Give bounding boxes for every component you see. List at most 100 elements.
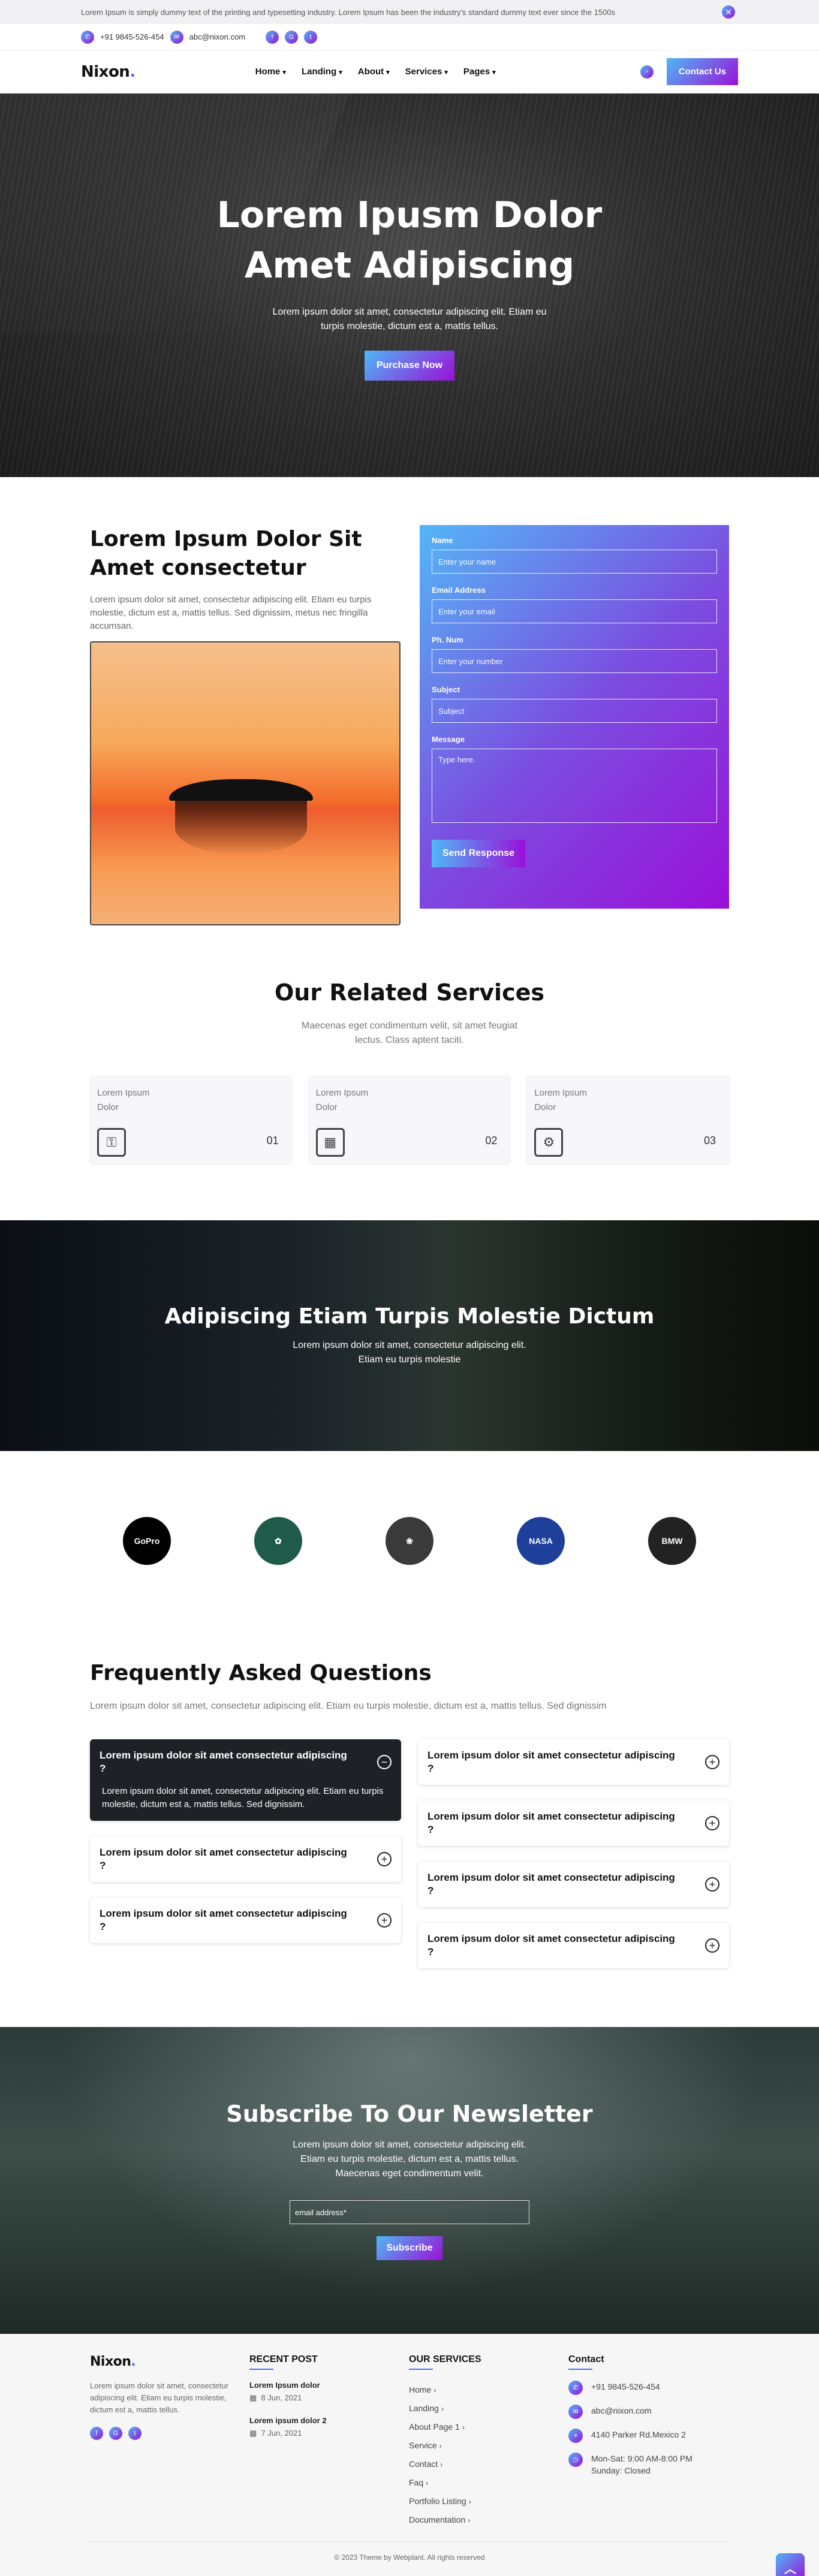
hero-section: Lorem Ipusm Dolor Amet Adipiscing Lorem … [0,93,819,477]
footer-logo[interactable]: Nixon. [90,2354,249,2369]
purchase-now-button[interactable]: Purchase Now [364,351,455,381]
send-response-button[interactable]: Send Response [432,840,526,867]
faq-question: Lorem ipsum dolor sit amet consectetur a… [427,1811,675,1835]
header-email[interactable]: abc@nixon.com [189,32,245,41]
logo-dot: . [130,62,136,81]
faq-subtitle: Lorem ipsum dolor sit amet, consectetur … [90,1701,607,1711]
chevron-down-icon: ▾ [282,69,286,76]
faq-column-left: Lorem ipsum dolor sit amet consectetur a… [90,1739,401,1959]
faq-question: Lorem ipsum dolor sit amet consectetur a… [100,1908,347,1932]
faq-item[interactable]: Lorem ipsum dolor sit amet consectetur a… [418,1800,729,1846]
faq-item[interactable]: Lorem ipsum dolor sit amet consectetur a… [418,1739,729,1785]
nav-item-services[interactable]: Services ▾ [405,67,448,77]
post-date: 7 Jun, 2021 [261,2429,302,2438]
faq-item[interactable]: Lorem ipsum dolor sit amet consectetur a… [418,1923,729,1968]
plus-icon[interactable]: + [377,1852,392,1866]
chevron-right-icon: › [426,2479,429,2487]
faq-column-right: Lorem ipsum dolor sit amet consectetur a… [418,1739,729,1984]
about-text: Lorem ipsum dolor sit amet, consectetur … [90,595,372,631]
footer-link-contact[interactable]: Contact › [409,2455,568,2474]
footer-link-landing[interactable]: Landing › [409,2399,568,2418]
faq-answer: Lorem ipsum dolor sit amet, consectetur … [102,1786,384,1809]
faq-item[interactable]: Lorem ipsum dolor sit amet consectetur a… [90,1836,401,1882]
plus-icon[interactable]: + [705,1816,719,1830]
name-input[interactable]: Enter your name [432,550,717,574]
faq-question: Lorem ipsum dolor sit amet consectetur a… [427,1872,675,1896]
faq-item[interactable]: Lorem ipsum dolor sit amet consectetur a… [418,1862,729,1907]
google-icon[interactable]: G [285,30,299,44]
google-icon[interactable]: G [109,2427,122,2440]
phone-label: Ph. Num [432,635,463,644]
plus-icon[interactable]: + [377,1913,392,1928]
contact-email[interactable]: ✉ abc@nixon.com [568,2405,728,2419]
twitter-icon[interactable]: t [304,30,318,44]
bmw-logo: BMW [648,1517,696,1565]
footer-about-text: Lorem ipsum dolor sit amet, consectetur … [90,2381,229,2414]
newsletter-email-input[interactable]: email address* [290,2200,529,2224]
nav-menu: Home ▾ Landing ▾ About ▾ Services ▾ Pages ▾ [255,67,496,77]
scroll-to-top-icon[interactable]: ︿ [776,2553,805,2576]
contact-hours: ◷ Mon-Sat: 9:00 AM-8:00 PM Sunday: Closed [568,2453,728,2477]
chevron-down-icon: ▾ [386,69,390,76]
email-input[interactable]: Enter your email [432,599,717,623]
service-card-number: 01 [266,1135,279,1147]
message-textarea[interactable]: Type here. [432,749,717,823]
faq-question: Lorem ipsum dolor sit amet consectetur a… [100,1749,347,1774]
banner-text: Lorem ipsum dolor sit amet, consectetur … [293,1340,526,1365]
site-logo[interactable]: Nixon. [81,63,136,81]
phone-icon: ✆ [568,2381,583,2395]
subject-input[interactable]: Subject [432,699,717,723]
calendar-icon: ▦ [249,2429,257,2438]
service-card[interactable]: Lorem Ipsum Dolor ⚙ 03 [527,1076,730,1164]
recent-post[interactable]: Lorem ipsum dolor 2 ▦ 7 Jun, 2021 [249,2416,409,2438]
faq-item[interactable]: Lorem ipsum dolor sit amet consectetur a… [90,1898,401,1943]
email-label: Email Address [432,586,486,595]
phone-input[interactable]: Enter your number [432,649,717,673]
services-section: Our Related Services Maecenas eget condi… [0,979,819,1220]
nasa-logo: NASA [517,1517,565,1565]
nav-item-pages[interactable]: Pages ▾ [463,67,496,77]
footer-link-about[interactable]: About Page 1 › [409,2418,568,2436]
close-icon[interactable]: ✕ [722,5,735,19]
chevron-right-icon: › [433,2386,436,2394]
plus-icon[interactable]: + [705,1938,719,1953]
nav-item-about[interactable]: About ▾ [358,67,390,77]
brand-logos: GoPro ✿ ❀ NASA BMW [0,1451,819,1631]
about-title: Lorem Ipsum Dolor Sit Amet consectetur [90,527,362,580]
search-icon[interactable]: ⌕ [640,65,654,79]
minus-icon[interactable]: − [377,1755,392,1769]
chevron-right-icon: › [462,2423,465,2432]
recent-post[interactable]: Lorem Ipsum dolor ▦ 8 Jun, 2021 [249,2381,409,2403]
facebook-icon[interactable]: f [90,2427,103,2440]
faq-question: Lorem ipsum dolor sit amet consectetur a… [100,1847,347,1871]
nav-item-landing[interactable]: Landing ▾ [302,67,342,77]
header-phone[interactable]: +91 9845-526-454 [100,32,164,41]
nav-item-home[interactable]: Home ▾ [255,67,286,77]
twitter-icon[interactable]: t [128,2427,141,2440]
name-label: Name [432,536,453,545]
plus-icon[interactable]: + [705,1877,719,1892]
chevron-right-icon: › [439,2442,442,2450]
footer: Nixon. Lorem ipsum dolor sit amet, conse… [0,2334,819,2576]
chevron-right-icon: › [468,2516,471,2524]
service-card[interactable]: Lorem Ipsum Dolor ▦ 02 [308,1076,511,1164]
subscribe-button[interactable]: Subscribe [377,2236,442,2260]
footer-link-portfolio[interactable]: Portfolio Listing › [409,2492,568,2511]
contact-phone[interactable]: ✆ +91 9845-526-454 [568,2381,728,2395]
flower-logo: ❀ [386,1517,433,1565]
chevron-right-icon: › [468,2497,471,2506]
about-section: Lorem Ipsum Dolor Sit Amet consectetur L… [0,477,819,979]
contact-bar: ✆ +91 9845-526-454 ✉ abc@nixon.com f G t [0,24,819,50]
newsletter-section: Subscribe To Our Newsletter Lorem ipsum … [0,2027,819,2334]
footer-link-faq[interactable]: Faq › [409,2474,568,2492]
service-card[interactable]: Lorem Ipsum Dolor ⚿ 01 [90,1076,292,1164]
facebook-icon[interactable]: f [266,30,279,44]
service-card-subtitle: Dolor [534,1102,556,1112]
footer-link-service[interactable]: Service › [409,2436,568,2455]
footer-link-home[interactable]: Home › [409,2381,568,2399]
contact-us-button[interactable]: Contact Us [666,58,738,85]
footer-link-documentation[interactable]: Documentation › [409,2511,568,2529]
faq-item-open[interactable]: Lorem ipsum dolor sit amet consectetur a… [90,1739,401,1821]
plus-icon[interactable]: + [705,1755,719,1769]
gear-search-icon: ⚙ [534,1128,564,1157]
